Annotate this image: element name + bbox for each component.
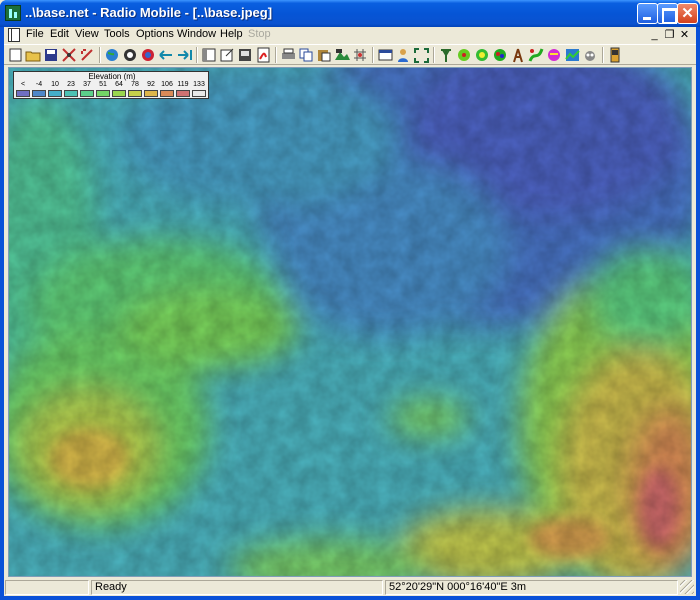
radio-link-icon[interactable]	[456, 47, 473, 63]
tower-icon[interactable]	[510, 47, 527, 63]
world-map-icon[interactable]	[546, 47, 563, 63]
elevation-map[interactable]	[9, 68, 691, 576]
elevation-legend: Elevation (m) < -4 10 23 37 51 64 78 92 …	[13, 71, 209, 99]
legend-value: 78	[131, 81, 139, 88]
legend-swatch	[64, 90, 78, 97]
menu-stop: Stop	[248, 28, 271, 40]
print-icon[interactable]	[280, 47, 297, 63]
window-icon[interactable]	[201, 47, 218, 63]
cursor-coordinates: 52°20'29"N 000°16'40"E 3m	[385, 580, 678, 595]
copy-icon[interactable]	[298, 47, 315, 63]
toolbar-separator	[433, 47, 435, 63]
legend-value: 23	[67, 81, 75, 88]
menu-bar: File Edit View Tools Options Window Help…	[4, 27, 696, 44]
pdf-icon[interactable]	[255, 47, 272, 63]
close-button[interactable]: ✕	[677, 3, 698, 24]
picture-window-icon[interactable]	[377, 47, 394, 63]
title-bar[interactable]: ..\base.net - Radio Mobile - [..\base.jp…	[0, 0, 700, 27]
grid-icon[interactable]	[352, 47, 369, 63]
legend-value: 133	[193, 81, 205, 88]
close-icon: ✕	[681, 5, 694, 22]
map-view[interactable]: Elevation (m) < -4 10 23 37 51 64 78 92 …	[8, 67, 692, 577]
menu-help[interactable]: Help	[220, 28, 243, 40]
legend-value: 10	[51, 81, 59, 88]
radio-mobile-app-icon[interactable]	[5, 5, 21, 21]
save-icon[interactable]	[43, 47, 60, 63]
new-file-icon[interactable]	[7, 47, 24, 63]
elevation-map-image	[9, 68, 691, 576]
export-icon[interactable]	[219, 47, 236, 63]
legend-swatch	[128, 90, 142, 97]
merge-pictures-icon[interactable]	[334, 47, 351, 63]
radio-coverage-icon[interactable]	[474, 47, 491, 63]
menu-view[interactable]: View	[75, 28, 99, 40]
client-area: File Edit View Tools Options Window Help…	[4, 27, 696, 596]
legend-value: 119	[177, 81, 189, 88]
menu-file[interactable]: File	[26, 28, 44, 40]
mdi-close-button[interactable]: ✕	[677, 28, 692, 42]
route-icon[interactable]	[528, 47, 545, 63]
view-icon[interactable]	[140, 47, 157, 63]
menu-options[interactable]: Options	[136, 28, 174, 40]
window-title: ..\base.net - Radio Mobile - [..\base.jp…	[25, 5, 273, 20]
legend-value: 64	[115, 81, 123, 88]
antenna-icon[interactable]	[438, 47, 455, 63]
toolbar-separator	[602, 47, 604, 63]
menu-tools[interactable]: Tools	[104, 28, 130, 40]
menu-edit[interactable]: Edit	[50, 28, 69, 40]
legend-swatch	[112, 90, 126, 97]
gps-icon[interactable]	[607, 47, 624, 63]
toolbar-separator	[99, 47, 101, 63]
elevation-graph-icon[interactable]	[564, 47, 581, 63]
unit-properties-icon[interactable]	[79, 47, 96, 63]
legend-value: 51	[99, 81, 107, 88]
paste-icon[interactable]	[316, 47, 333, 63]
mdi-minimize-button[interactable]: _	[647, 28, 662, 42]
arrow-left-icon[interactable]	[158, 47, 175, 63]
resize-grip[interactable]	[680, 580, 694, 594]
maximize-button[interactable]	[657, 3, 678, 24]
status-bar: Ready 52°20'29"N 000°16'40"E 3m	[4, 578, 696, 596]
legend-swatch	[96, 90, 110, 97]
toolbar-separator	[275, 47, 277, 63]
picture-properties-icon[interactable]	[122, 47, 139, 63]
legend-swatch	[192, 90, 206, 97]
legend-value: 106	[161, 81, 173, 88]
save-picture-icon[interactable]	[237, 47, 254, 63]
legend-value: <	[20, 81, 26, 88]
legend-swatch	[160, 90, 174, 97]
application-window: ..\base.net - Radio Mobile - [..\base.jp…	[0, 0, 700, 600]
toolbar-separator	[372, 47, 374, 63]
toolbar	[4, 44, 696, 65]
legend-swatch	[16, 90, 30, 97]
toolbar-separator	[196, 47, 198, 63]
unit-icon[interactable]	[395, 47, 412, 63]
arrow-right-bar-icon[interactable]	[176, 47, 193, 63]
legend-title: Elevation (m)	[88, 72, 136, 81]
legend-swatch	[144, 90, 158, 97]
open-folder-icon[interactable]	[25, 47, 42, 63]
legend-swatch	[80, 90, 94, 97]
combined-coverage-icon[interactable]	[492, 47, 509, 63]
map-properties-icon[interactable]	[104, 47, 121, 63]
legend-swatch	[48, 90, 62, 97]
visual-coverage-icon[interactable]	[582, 47, 599, 63]
network-properties-icon[interactable]	[61, 47, 78, 63]
status-text: Ready	[91, 580, 383, 595]
document-icon[interactable]	[8, 28, 20, 42]
fit-to-screen-icon[interactable]	[413, 47, 430, 63]
legend-swatch	[176, 90, 190, 97]
legend-value: 37	[83, 81, 91, 88]
legend-value: -4	[35, 81, 43, 88]
minimize-button[interactable]	[637, 3, 658, 24]
menu-window[interactable]: Window	[177, 28, 216, 40]
legend-swatch	[32, 90, 46, 97]
mdi-restore-button[interactable]: ❐	[662, 28, 677, 42]
legend-value: 92	[147, 81, 155, 88]
status-panel-empty	[5, 580, 89, 595]
